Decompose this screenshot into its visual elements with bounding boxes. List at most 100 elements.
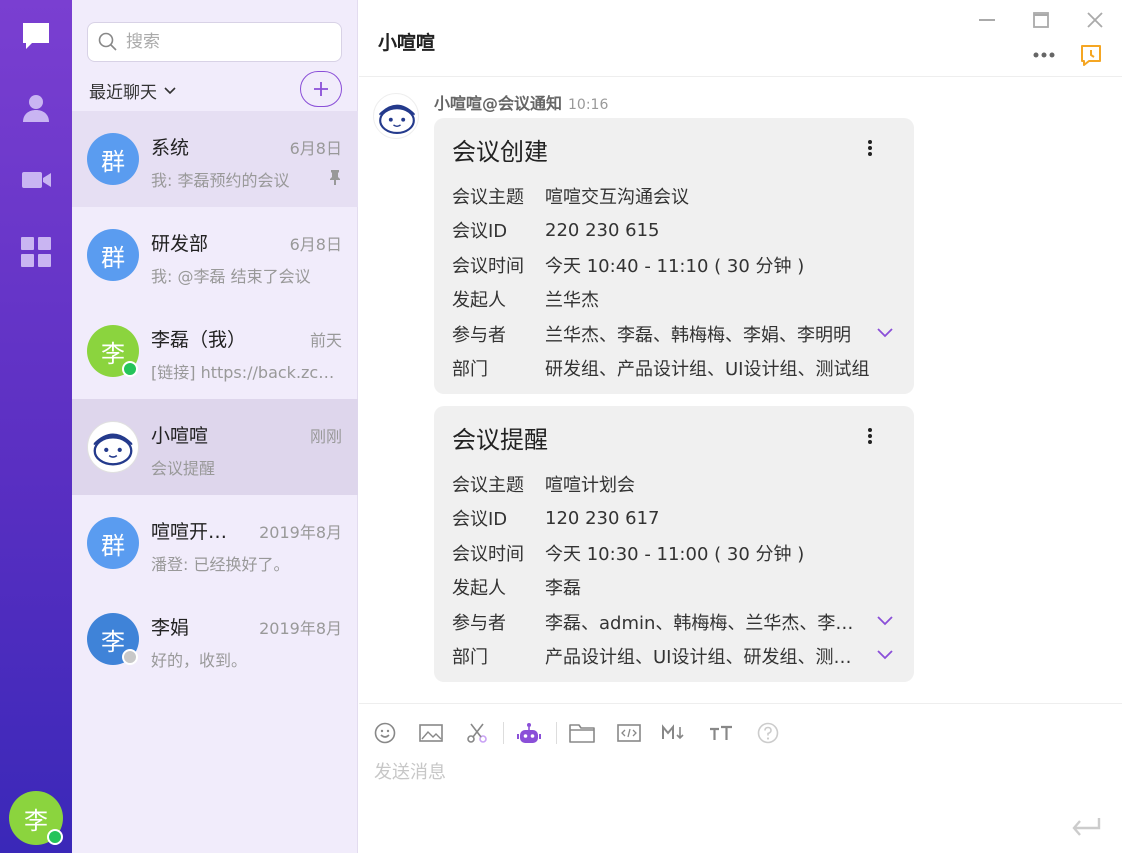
conversation-time: 6月8日 [289,139,342,158]
row-value: 今天 10:40 - 11:10 ( 30 分钟 ) [545,256,805,277]
meeting-card-reminder: 会议提醒 会议主题 喧喧计划会 会议ID 120 230 617 会议时间 今天 10… [434,406,914,682]
conversation-item-self[interactable]: 李 李磊（我） 前天 [链接] https://back.zcloud.com [72,303,358,399]
conversation-item-xuanxuan[interactable]: 小喧喧 刚刚 会议提醒 [72,399,358,495]
meeting-reminder-button[interactable] [1078,42,1104,68]
expand-participants-button[interactable] [874,610,896,632]
screenshot-button[interactable] [464,720,490,746]
group-avatar: 群 [87,517,139,569]
conversation-item-dev-group[interactable]: 群 喧喧开发组 2019年8月 潘登: 已经换好了。 [72,495,358,591]
more-vertical-icon [868,428,872,444]
row-label: 会议主题 [452,187,524,208]
chevron-down-icon [877,650,893,660]
card-menu-button[interactable] [860,138,880,158]
toolbar-divider [503,722,504,744]
card-row-initiator: 发起人 兰华杰 [452,287,873,311]
message-input[interactable] [374,758,1064,818]
row-value: 兰华杰、李磊、韩梅梅、李娟、李明明 [545,325,851,346]
row-label: 会议时间 [452,256,524,277]
expand-departments-button[interactable] [874,644,896,666]
row-value: 李磊 [545,578,581,599]
code-button[interactable] [616,720,642,746]
conversation-name: 系统 [151,137,190,159]
online-status-dot [122,361,138,377]
image-button[interactable] [418,720,444,746]
card-row-time: 会议时间 今天 10:30 - 11:00 ( 30 分钟 ) [452,541,873,565]
conversation-item-rd[interactable]: 群 研发部 6月8日 我: @李磊 结束了会议 [72,207,358,303]
card-row-id: 会议ID 220 230 615 [452,218,873,243]
conversation-item-lijuan[interactable]: 李 李娟 2019年8月 好的，收到。 [72,591,358,687]
emoji-button[interactable] [372,720,398,746]
conversation-preview: 我: 李磊预约的会议 [151,171,290,190]
row-value: 喧喧计划会 [545,475,635,496]
folder-button[interactable] [569,720,595,746]
header-divider [359,76,1122,77]
sender-avatar[interactable] [373,93,419,139]
font-size-button[interactable] [708,720,734,746]
offline-status-dot [122,649,138,665]
chat-icon[interactable] [18,18,54,54]
sender-name: 小喧喧@会议通知 [434,94,563,113]
row-label: 发起人 [452,290,506,311]
conversation-preview: [链接] https://back.zcloud.com [151,363,336,382]
minimize-button[interactable] [976,9,998,31]
code-icon [617,724,641,742]
group-avatar: 群 [87,229,139,281]
row-label: 会议时间 [452,544,524,565]
conversation-name: 研发部 [151,233,209,255]
row-label: 参与者 [452,613,506,634]
card-row-participants: 参与者 兰华杰、李磊、韩梅梅、李娟、李明明 [452,322,855,346]
pin-icon [330,170,340,185]
conversation-name: 李娟 [151,617,190,639]
conversation-name: 李磊（我） [151,329,247,351]
maximize-button[interactable] [1030,9,1052,31]
video-icon[interactable] [18,162,54,198]
card-row-participants: 参与者 李磊、admin、韩梅梅、兰华杰、李娟、李明明 [452,610,855,634]
conversation-name: 小喧喧 [151,425,209,447]
apps-icon[interactable] [18,234,54,270]
card-row-department: 部门 产品设计组、UI设计组、研发组、测试组 [452,644,855,668]
row-value: 兰华杰 [545,290,599,311]
toolbar-divider [556,722,557,744]
robot-icon [517,723,541,743]
card-menu-button[interactable] [860,426,880,446]
close-button[interactable] [1084,9,1106,31]
expand-participants-button[interactable] [874,322,896,344]
help-button[interactable] [755,720,781,746]
card-row-department: 部门 研发组、产品设计组、UI设计组、测试组 [452,356,873,380]
send-button[interactable] [1069,813,1103,841]
row-value: 李磊、admin、韩梅梅、兰华杰、李娟、李明明 [545,613,855,634]
contacts-icon[interactable] [18,90,54,126]
conversation-time: 刚刚 [309,427,342,446]
more-button[interactable] [1033,44,1055,66]
current-user-avatar[interactable]: 李 [9,791,63,845]
reminder-icon [1081,45,1101,66]
close-icon [1087,12,1103,28]
conversation-item-system[interactable]: 群 系统 6月8日 我: 李磊预约的会议 [72,111,358,207]
conversation-time: 2019年8月 [259,619,342,638]
conversation-sidebar: 最近聊天 群 系统 6月8日 我: 李磊预约的会议 群 研发部 6月8日 我: … [72,0,358,853]
recent-chats-label: 最近聊天 [89,83,157,103]
conversation-preview: 我: @李磊 结束了会议 [151,267,311,286]
card-row-id: 会议ID 120 230 617 [452,506,873,531]
online-status-dot [47,829,63,845]
search-input[interactable] [126,32,326,52]
row-label: 会议主题 [452,475,524,496]
bot-avatar [87,421,139,473]
avatar-char: 群 [101,147,125,176]
card-title: 会议提醒 [452,426,548,454]
search-box[interactable] [87,22,342,62]
bot-face-icon [93,433,133,466]
add-button[interactable] [300,71,342,107]
emoji-icon [374,722,396,744]
chevron-down-icon [164,86,176,94]
avatar-char: 李 [101,339,125,368]
more-vertical-icon [868,140,872,156]
recent-chats-dropdown[interactable]: 最近聊天 [89,78,177,103]
chevron-down-icon [877,616,893,626]
minimize-icon [979,19,995,21]
avatar-char: 群 [101,243,125,272]
input-divider [359,703,1122,704]
markdown-button[interactable] [661,720,687,746]
chat-title: 小喧喧 [378,32,436,54]
robot-button[interactable] [516,720,542,746]
